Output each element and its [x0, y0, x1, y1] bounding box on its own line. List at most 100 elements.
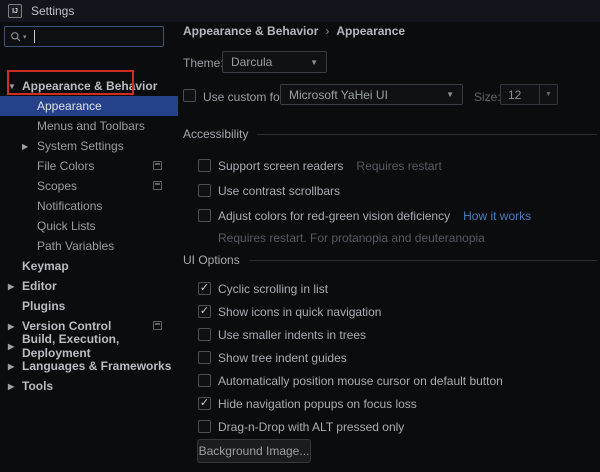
shared-settings-icon [153, 321, 162, 330]
theme-selected-value: Darcula [231, 55, 272, 69]
sidebar-item-notifications[interactable]: Notifications [0, 196, 178, 216]
checkbox[interactable] [198, 420, 211, 433]
sidebar-item-appearance-behavior[interactable]: ▼Appearance & Behavior [0, 76, 178, 96]
checkbox-label[interactable]: Cyclic scrolling in list [218, 282, 328, 296]
section-divider [257, 134, 597, 135]
font-family-select[interactable]: Microsoft YaHei UI ▼ [280, 84, 463, 105]
font-size-label: Size: [474, 90, 501, 104]
breadcrumb-separator: › [325, 24, 329, 38]
checkbox-label[interactable]: Show tree indent guides [218, 351, 347, 365]
font-size-combobox[interactable]: 12 ▼ [500, 84, 558, 105]
checkbox[interactable]: ✓ [198, 397, 211, 410]
sidebar-item-quick-lists[interactable]: Quick Lists [0, 216, 178, 236]
sidebar-item-system-settings[interactable]: ▶ System Settings [0, 136, 178, 156]
sidebar-item-label: System Settings [37, 139, 124, 153]
checkbox[interactable] [198, 209, 211, 222]
checkbox-row: Automatically position mouse cursor on d… [183, 369, 597, 392]
font-size-value: 12 [501, 85, 539, 104]
sidebar-item-file-colors[interactable]: File Colors [0, 156, 178, 176]
checkbox-label[interactable]: Support screen readers [218, 159, 343, 173]
chevron-right-icon[interactable]: ▶ [22, 142, 28, 151]
shared-settings-icon [153, 161, 162, 170]
sidebar-item-label: Plugins [22, 299, 65, 313]
title-bar: IJ Settings [0, 0, 600, 22]
sidebar-item-label: Languages & Frameworks [22, 359, 171, 373]
checkbox-label[interactable]: Drag-n-Drop with ALT pressed only [218, 420, 404, 434]
use-custom-font-checkbox[interactable] [183, 89, 196, 102]
checkbox[interactable]: ✓ [198, 305, 211, 318]
chevron-right-icon[interactable]: ▶ [8, 382, 14, 391]
checkbox-row: Support screen readers Requires restart [183, 153, 597, 178]
section-header: Accessibility [183, 127, 597, 141]
checkbox[interactable] [198, 328, 211, 341]
theme-label: Theme: [183, 56, 224, 70]
chevron-down-icon: ▼ [446, 90, 454, 99]
checkbox-label[interactable]: Use contrast scrollbars [218, 184, 340, 198]
note-text: Requires restart. For protanopia and deu… [183, 231, 597, 245]
checkbox-label[interactable]: Show icons in quick navigation [218, 305, 381, 319]
section-header: UI Options [183, 253, 597, 267]
text-cursor [34, 30, 35, 43]
font-family-selected-value: Microsoft YaHei UI [289, 88, 388, 102]
sidebar-item-label: Notifications [37, 199, 102, 213]
checkbox-label[interactable]: Adjust colors for red-green vision defic… [218, 209, 450, 223]
checkbox[interactable]: ✓ [198, 282, 211, 295]
sidebar-item-label: Version Control [22, 319, 111, 333]
sidebar-item-scopes[interactable]: Scopes [0, 176, 178, 196]
checkbox-row: Drag-n-Drop with ALT pressed only [183, 415, 597, 438]
checkbox-row: Show tree indent guides [183, 346, 597, 369]
settings-search-input[interactable]: ▾ [4, 26, 164, 47]
sidebar-item-label: Editor [22, 279, 57, 293]
breadcrumb-item-current: Appearance [336, 24, 405, 38]
shared-settings-icon [153, 181, 162, 190]
section-divider [249, 260, 597, 261]
checkbox-label[interactable]: Automatically position mouse cursor on d… [218, 374, 503, 388]
breadcrumb-item-parent[interactable]: Appearance & Behavior [183, 24, 318, 38]
background-image-button[interactable]: Background Image... [197, 439, 311, 463]
how-it-works-link[interactable]: How it works [463, 209, 531, 223]
sidebar-item-tools[interactable]: ▶ Tools [0, 376, 178, 396]
checkbox[interactable] [198, 351, 211, 364]
section-title: Accessibility [183, 127, 248, 141]
sidebar-item-languages-frameworks[interactable]: ▶ Languages & Frameworks [0, 356, 178, 376]
chevron-right-icon[interactable]: ▶ [8, 362, 14, 371]
window-title: Settings [31, 4, 74, 18]
checkbox-label[interactable]: Use smaller indents in trees [218, 328, 366, 342]
sidebar-item-label: Quick Lists [37, 219, 96, 233]
sidebar-item-appearance[interactable]: Appearance [0, 96, 178, 116]
sidebar-item-label: Keymap [22, 259, 69, 273]
sidebar-item-label: Tools [22, 379, 53, 393]
checkbox-row: Use contrast scrollbars [183, 178, 597, 203]
checkbox-row: Adjust colors for red-green vision defic… [183, 203, 597, 228]
sidebar-item-label: Menus and Toolbars [37, 119, 145, 133]
sidebar-item-editor[interactable]: ▶ Editor [0, 276, 178, 296]
checkbox[interactable] [198, 184, 211, 197]
checkbox-label[interactable]: Hide navigation popups on focus loss [218, 397, 417, 411]
chevron-right-icon[interactable]: ▶ [8, 322, 14, 331]
hint-text: Requires restart [356, 159, 441, 173]
checkbox[interactable] [198, 374, 211, 387]
intellij-logo-icon: IJ [8, 4, 22, 18]
settings-tree: ▼Appearance & Behavior Appearance Menus an… [0, 76, 178, 396]
section-accessibility: Accessibility Support screen readers Requ… [183, 127, 597, 245]
search-options-arrow-icon[interactable]: ▾ [23, 33, 27, 41]
sidebar-item-label: Path Variables [37, 239, 114, 253]
sidebar-item-plugins[interactable]: Plugins [0, 296, 178, 316]
chevron-right-icon[interactable]: ▶ [8, 342, 14, 351]
chevron-right-icon[interactable]: ▶ [8, 282, 14, 291]
sidebar-item-path-variables[interactable]: Path Variables [0, 236, 178, 256]
chevron-down-icon[interactable]: ▼ [539, 85, 557, 104]
section-title: UI Options [183, 253, 240, 267]
sidebar-item-menus-and-toolbars[interactable]: Menus and Toolbars [0, 116, 178, 136]
search-icon [10, 31, 22, 43]
sidebar-item-label: Appearance [37, 99, 102, 113]
sidebar-item-keymap[interactable]: Keymap [0, 256, 178, 276]
chevron-down-icon: ▼ [310, 58, 318, 67]
theme-select[interactable]: Darcula ▼ [222, 51, 327, 73]
chevron-down-icon[interactable]: ▼ [8, 82, 16, 91]
checkbox-row: Use smaller indents in trees [183, 323, 597, 346]
section-ui-options: UI Options ✓ Cyclic scrolling in list ✓ Sho… [183, 253, 597, 438]
sidebar-item-build-execution-deployment[interactable]: ▶Build, Execution, Deployment [0, 336, 178, 356]
sidebar-item-label: Scopes [37, 179, 77, 193]
checkbox[interactable] [198, 159, 211, 172]
